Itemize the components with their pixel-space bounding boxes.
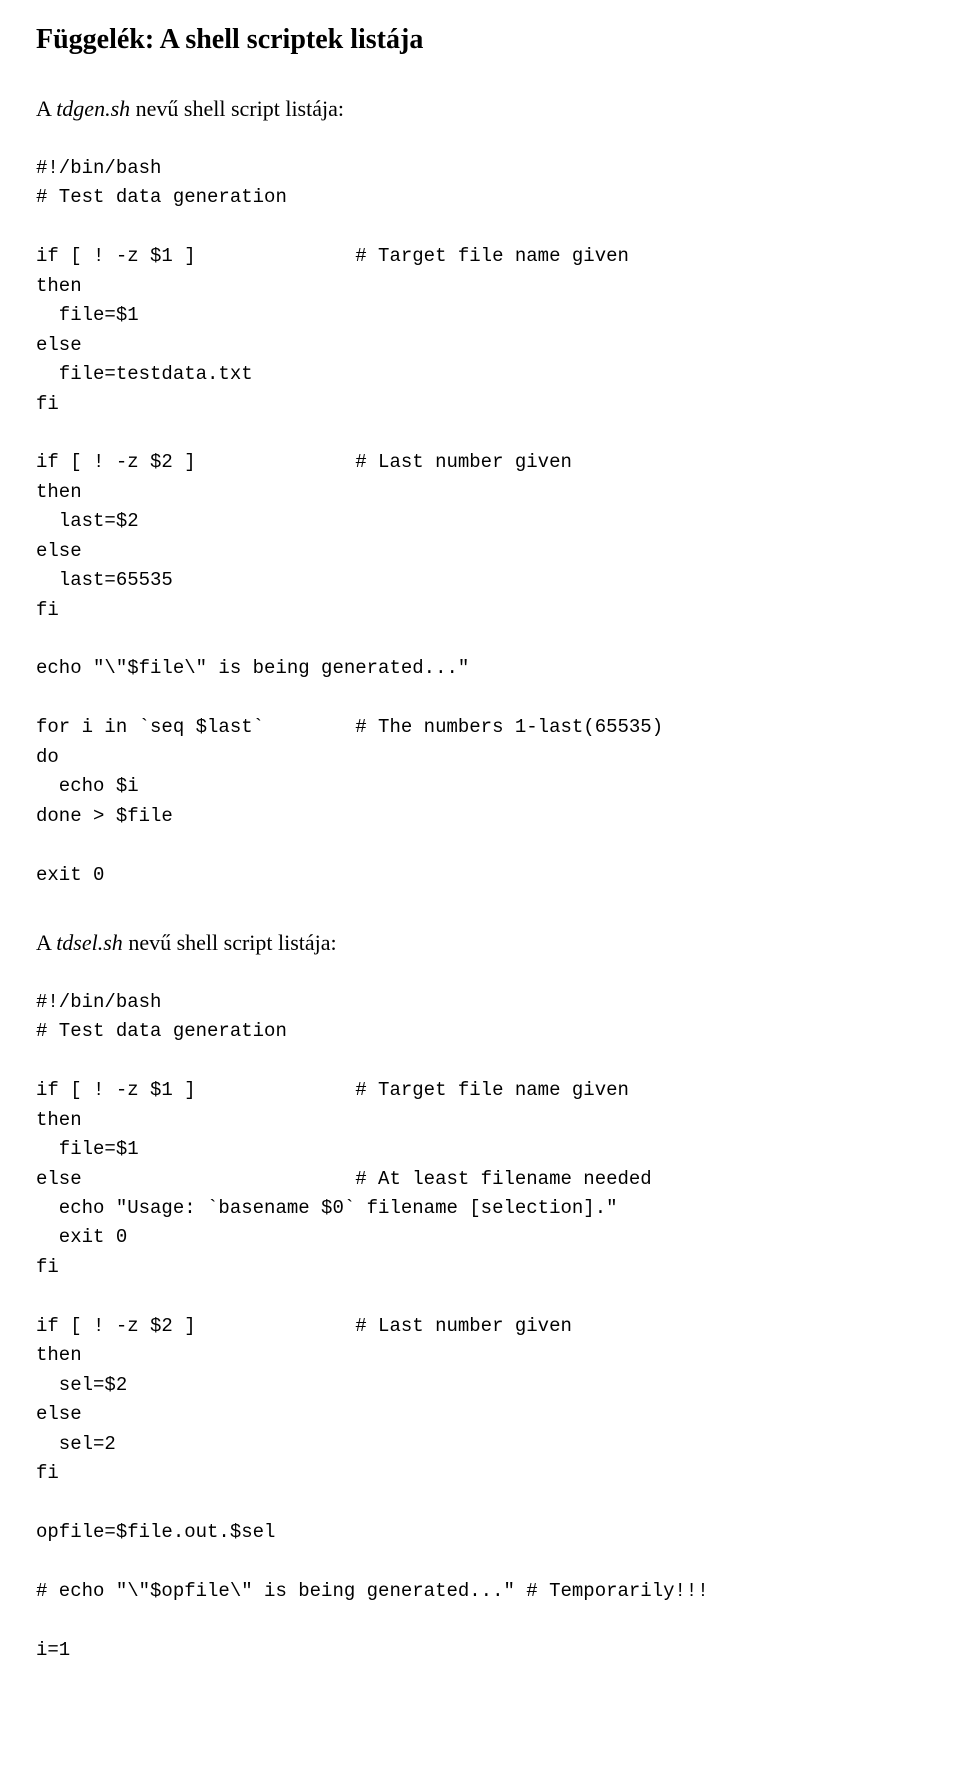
script2-code: #!/bin/bash # Test data generation if [ …	[36, 988, 924, 1665]
appendix-title: Függelék: A shell scriptek listája	[36, 24, 924, 56]
script2-intro-pre: A	[36, 930, 56, 955]
script2-filename: tdsel.sh	[56, 930, 123, 955]
script2-intro-post: nevű shell script listája:	[123, 930, 337, 955]
script1-intro: A tdgen.sh nevű shell script listája:	[36, 96, 924, 122]
script1-intro-post: nevű shell script listája:	[130, 96, 344, 121]
script1-code: #!/bin/bash # Test data generation if [ …	[36, 154, 924, 890]
script2-intro: A tdsel.sh nevű shell script listája:	[36, 930, 924, 956]
script1-intro-pre: A	[36, 96, 56, 121]
script1-filename: tdgen.sh	[56, 96, 130, 121]
